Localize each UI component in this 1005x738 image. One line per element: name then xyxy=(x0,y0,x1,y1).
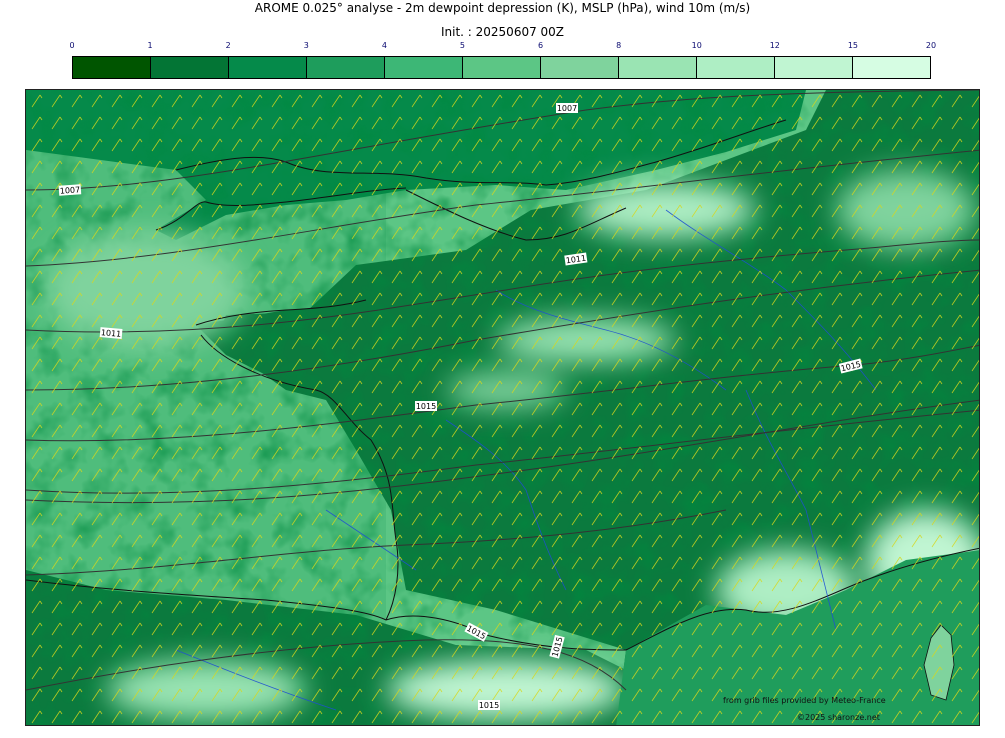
svg-text:1015: 1015 xyxy=(479,701,499,710)
colorbar-segment xyxy=(229,57,307,78)
isobar-label: 1011 xyxy=(99,327,123,339)
colorbar-tick-label: 0 xyxy=(69,41,75,50)
colorbar xyxy=(72,56,931,79)
colorbar-tick-label: 8 xyxy=(616,41,622,50)
map-title: AROME 0.025° analyse - 2m dewpoint depre… xyxy=(254,1,751,15)
colorbar-tick-label: 20 xyxy=(925,41,937,50)
site-credit: ©2025 sharonze.net xyxy=(797,713,880,722)
colorbar-segment xyxy=(619,57,697,78)
colorbar-tick-labels: 0 1 2 3 4 5 6 8 10 12 15 20 xyxy=(0,41,1005,53)
colorbar-segment xyxy=(73,57,151,78)
isobar-label: 1007 xyxy=(556,103,578,113)
colorbar-tick-label: 6 xyxy=(537,41,544,50)
isobar-label: 1015 xyxy=(478,700,500,710)
colorbar-tick-label: 5 xyxy=(459,41,465,50)
colorbar-tick-label: 10 xyxy=(691,41,702,50)
init-time: Init. : 20250607 00Z xyxy=(440,25,565,39)
wind-barbs xyxy=(26,90,979,725)
colorbar-segment xyxy=(385,57,463,78)
colorbar-tick-label: 15 xyxy=(847,41,858,50)
colorbar-segment xyxy=(463,57,541,78)
colorbar-segment xyxy=(541,57,619,78)
colorbar-segment xyxy=(775,57,853,78)
isobar-label: 1015 xyxy=(415,401,437,411)
svg-text:1015: 1015 xyxy=(416,402,436,411)
colorbar-tick-label: 1 xyxy=(147,41,153,50)
isobar-label: 1007 xyxy=(58,184,82,196)
weather-map[interactable]: 1007 1007 1011 1011 1015 1015 1015 1015 1015 xyxy=(25,89,980,726)
svg-text:1007: 1007 xyxy=(557,104,577,113)
svg-text:1011: 1011 xyxy=(101,328,122,339)
data-credit: from grib files provided by Meteo-France xyxy=(723,696,886,705)
colorbar-segment xyxy=(697,57,775,78)
colorbar-segment xyxy=(307,57,385,78)
colorbar-tick-label: 2 xyxy=(225,41,231,50)
colorbar-segment xyxy=(151,57,229,78)
colorbar-tick-label: 3 xyxy=(303,41,309,50)
colorbar-tick-label: 4 xyxy=(381,41,387,50)
colorbar-tick-label: 12 xyxy=(769,41,780,50)
svg-text:1007: 1007 xyxy=(59,185,80,195)
map-canvas: 100710071011101110151015101510151015 xyxy=(26,90,979,725)
colorbar-segment xyxy=(853,57,930,78)
